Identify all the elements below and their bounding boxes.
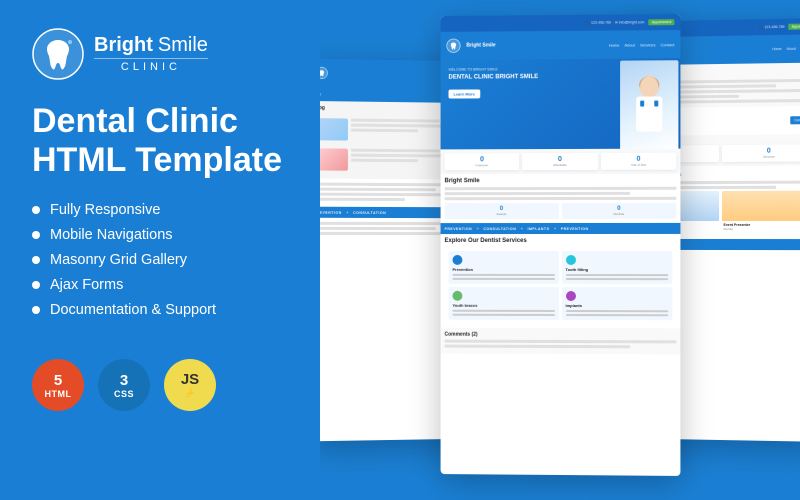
- service-icon-4: [565, 291, 575, 301]
- service-card-3: Youth braces: [449, 287, 559, 320]
- screen-section-title: Bright Smile: [445, 178, 677, 185]
- html5-badge: 5 HTML: [32, 359, 84, 411]
- blog-thumb-1: [320, 118, 348, 140]
- bullet-dot: [32, 231, 40, 239]
- stat-2: 0 Affordable: [522, 153, 597, 170]
- tooth-logo-icon: [32, 28, 84, 80]
- js-badge: JS ⚡: [164, 359, 216, 411]
- screen-top-bar: 📞 123-456-789 ✉ info@bright.com Appointm…: [441, 14, 681, 32]
- main-title: Dental Clinic HTML Template: [32, 102, 290, 180]
- feature-item-3: Masonry Grid Gallery: [32, 252, 290, 268]
- pro-img-2: [721, 191, 800, 221]
- right-stat-2: 0 Services: [721, 144, 800, 162]
- screen-tagbar-main: PREVENTION ✦ CONSULTATION ✦ IMPLANTS ✦ P…: [441, 223, 681, 234]
- tech-badges: 5 HTML 3 CSS JS ⚡: [32, 359, 290, 411]
- hero-title: DENTAL CLINIC BRIGHT SMILE: [449, 73, 572, 83]
- screen-about: Bright Smile 0 Awards 0 Dentists: [441, 174, 681, 223]
- hero-doctor-image: [620, 60, 678, 149]
- logo-bright: Bright: [94, 34, 153, 56]
- screen-main-hero: WELCOME TO BRIGHT SMILE DENTAL CLINIC BR…: [441, 58, 681, 149]
- logo-smile: Smile: [158, 34, 208, 56]
- feature-item-2: Mobile Navigations: [32, 227, 290, 243]
- logo-area: Bright Smile CLINIC: [32, 28, 290, 80]
- feature-item-4: Ajax Forms: [32, 277, 290, 293]
- service-icon-1: [452, 255, 462, 265]
- services-grid: Prevention Tooth filling Youth braces: [445, 247, 677, 324]
- features-list: Fully Responsive Mobile Navigations Maso…: [32, 202, 290, 327]
- css3-badge: 3 CSS: [98, 359, 150, 411]
- stat-3: 0 Year of Exp: [601, 153, 677, 170]
- bullet-dot: [32, 306, 40, 314]
- screen-nav-items: Home About Services Contact: [609, 42, 675, 47]
- logo-clinic: CLINIC: [94, 61, 208, 73]
- mockup-container: Blog Blog: [320, 0, 800, 500]
- feature-item-1: Fully Responsive: [32, 202, 290, 218]
- bullet-dot: [32, 256, 40, 264]
- screen-stats: 0 Customer 0 Affordable 0 Year of Exp: [441, 149, 681, 175]
- logo-divider: [94, 58, 208, 59]
- bullet-dot: [32, 281, 40, 289]
- service-card-1: Prevention: [449, 251, 559, 284]
- service-icon-2: [565, 255, 575, 265]
- right-panel: Blog Blog: [320, 0, 800, 500]
- stat-1: 0 Customer: [445, 153, 520, 170]
- service-card-4: Implants: [561, 287, 672, 320]
- screen-services: Explore Our Dentist Services Prevention …: [441, 234, 681, 328]
- screen-comments: Comments (2): [441, 328, 681, 355]
- left-panel: Bright Smile CLINIC Dental Clinic HTML T…: [0, 0, 320, 500]
- hero-cta-btn: Learn More: [449, 89, 480, 98]
- blog-thumb-2: [320, 148, 348, 170]
- service-card-2: Tooth filling: [561, 251, 672, 284]
- logo-text: Bright Smile CLINIC: [94, 34, 208, 73]
- screen-main: 📞 123-456-789 ✉ info@bright.com Appointm…: [441, 14, 681, 476]
- services-title: Explore Our Dentist Services: [445, 238, 677, 244]
- service-icon-3: [452, 291, 462, 301]
- bullet-dot: [32, 206, 40, 214]
- contact-btn: Contact: [790, 116, 800, 124]
- screen-main-header: Bright Smile Home About Services Contact: [441, 30, 681, 60]
- about-mini-stats: 0 Awards 0 Dentists: [445, 203, 677, 219]
- pro-card-2: Event Presenter Dentist: [721, 191, 800, 233]
- feature-item-5: Documentation & Support: [32, 302, 290, 318]
